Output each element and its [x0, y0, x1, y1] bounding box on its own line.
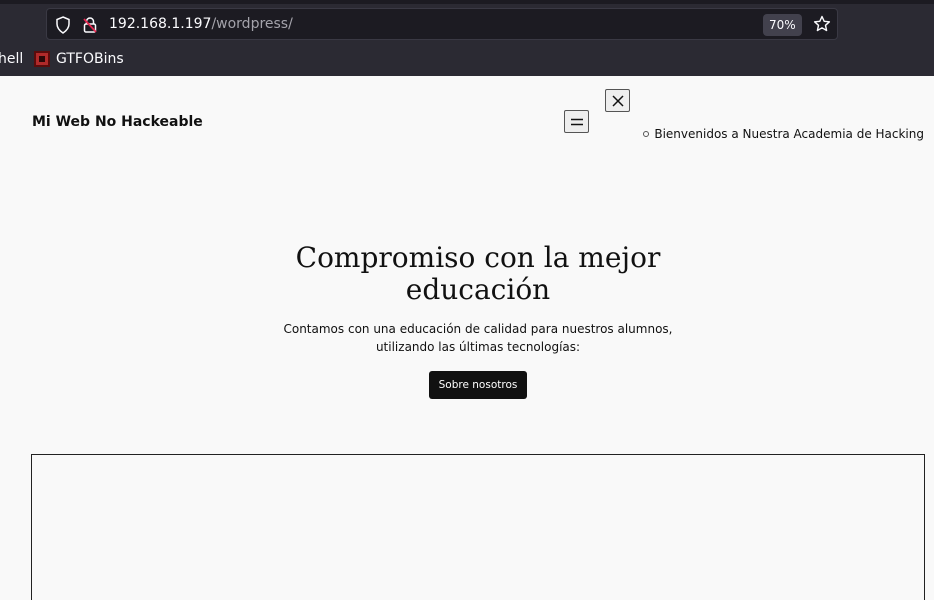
close-icon: [611, 94, 624, 107]
url-text[interactable]: 192.168.1.197/wordpress/: [109, 16, 293, 32]
zoom-level-badge[interactable]: 70%: [763, 14, 802, 36]
nav-item-label: Bienvenidos a Nuestra Academia de Hackin…: [654, 127, 924, 141]
bullet-icon: [643, 131, 650, 137]
site-title[interactable]: Mi Web No Hackeable: [32, 114, 203, 130]
browser-chrome: 192.168.1.197/wordpress/ 70% hell GTFOBi…: [0, 0, 934, 76]
close-menu-button[interactable]: [605, 89, 630, 112]
gtfobins-favicon-icon: [34, 51, 50, 67]
web-page: Mi Web No Hackeable Bienvenidos a Nuestr…: [0, 76, 934, 600]
nav-item-home[interactable]: Bienvenidos a Nuestra Academia de Hackin…: [643, 127, 924, 141]
hero-description: Contamos con una educación de calidad pa…: [283, 322, 673, 354]
about-us-button[interactable]: Sobre nosotros: [429, 371, 527, 399]
url-path: /wordpress/: [211, 16, 293, 32]
url-host: 192.168.1.197: [109, 16, 212, 32]
bookmark-shell[interactable]: hell: [0, 51, 23, 67]
open-menu-button[interactable]: [564, 110, 589, 133]
bookmarks-toolbar: hell GTFOBins: [0, 46, 934, 74]
bookmark-label: GTFOBins: [56, 51, 124, 67]
tab-strip-edge: [0, 0, 934, 4]
menu-icon: [570, 118, 583, 125]
media-placeholder: [31, 454, 925, 600]
bookmark-gtfobins[interactable]: GTFOBins: [34, 51, 124, 67]
insecure-lock-icon[interactable]: [83, 16, 97, 34]
hero-title: Compromiso con la mejor educación: [295, 241, 661, 306]
bookmark-star-icon[interactable]: [813, 15, 831, 33]
shield-icon[interactable]: [55, 16, 71, 34]
address-bar[interactable]: 192.168.1.197/wordpress/ 70%: [46, 8, 838, 40]
